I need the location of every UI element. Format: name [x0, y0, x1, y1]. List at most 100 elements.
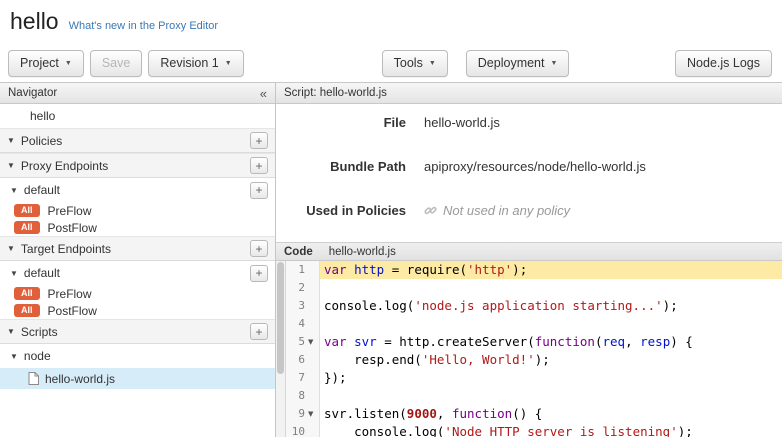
code-line[interactable]: 6 resp.end('Hello, World!');: [286, 351, 782, 369]
not-used-text: Not used in any policy: [443, 203, 570, 218]
code-text: var svr = http.createServer(function(req…: [320, 333, 782, 351]
flow-label: PostFlow: [48, 221, 97, 235]
nav-item-hello[interactable]: hello: [0, 104, 275, 128]
nav-group-target-default[interactable]: ▼ default +: [0, 261, 275, 285]
page-title: hello: [10, 8, 59, 35]
all-badge: All: [14, 287, 40, 301]
nav-item-target-preflow[interactable]: All PreFlow: [0, 285, 275, 302]
used-in-policies-value: Not used in any policy: [424, 203, 570, 218]
script-details: File hello-world.js Bundle Path apiproxy…: [276, 104, 782, 242]
group-label: default: [24, 266, 60, 280]
nav-section-target-endpoints[interactable]: ▼ Target Endpoints +: [0, 236, 275, 261]
code-text: svr.listen(9000, function() {: [320, 405, 782, 423]
script-panel-title: Script: hello-world.js: [284, 87, 387, 99]
code-line[interactable]: 3console.log('node.js application starti…: [286, 297, 782, 315]
page-header: hello What's new in the Proxy Editor: [0, 0, 782, 44]
fold-arrow-icon[interactable]: ▼: [308, 405, 319, 423]
revision-menu-button[interactable]: Revision 1 ▼: [148, 50, 243, 77]
fold-spacer: [308, 387, 319, 405]
navigator-header: Navigator «: [0, 83, 275, 104]
chevron-down-icon: ▼: [7, 161, 15, 170]
deployment-menu-button[interactable]: Deployment ▼: [466, 50, 570, 77]
save-button[interactable]: Save: [90, 50, 143, 77]
file-field-value: hello-world.js: [424, 115, 500, 130]
unlink-icon: [424, 204, 437, 217]
line-number: 9▼: [286, 405, 320, 423]
tools-menu-label: Tools: [394, 56, 423, 70]
line-number: 5▼: [286, 333, 320, 351]
file-label: hello-world.js: [45, 372, 115, 386]
section-label: Target Endpoints: [21, 242, 111, 256]
code-editor[interactable]: 1var http = require('http');23console.lo…: [276, 261, 782, 437]
all-badge: All: [14, 221, 40, 235]
navigator-panel: Navigator « hello ▼ Policies + ▼ Proxy E…: [0, 83, 276, 437]
line-number: 1: [286, 261, 320, 279]
code-line[interactable]: 4: [286, 315, 782, 333]
fold-arrow-icon[interactable]: ▼: [308, 333, 319, 351]
chevron-down-icon: ▼: [10, 269, 18, 278]
caret-down-icon: ▼: [429, 60, 436, 67]
tools-menu-button[interactable]: Tools ▼: [382, 50, 448, 77]
deployment-menu-label: Deployment: [478, 56, 545, 70]
code-line[interactable]: 2: [286, 279, 782, 297]
section-label: Policies: [21, 134, 62, 148]
nav-group-node[interactable]: ▼ node: [0, 344, 275, 368]
chevron-down-icon: ▼: [7, 327, 15, 336]
bundle-path-value: apiproxy/resources/node/hello-world.js: [424, 159, 646, 174]
fold-spacer: [308, 261, 319, 279]
line-number: 6: [286, 351, 320, 369]
caret-down-icon: ▼: [225, 60, 232, 67]
code-line[interactable]: 9▼svr.listen(9000, function() {: [286, 405, 782, 423]
code-line[interactable]: 8: [286, 387, 782, 405]
add-proxy-flow-button[interactable]: +: [250, 182, 268, 199]
fold-spacer: [308, 369, 319, 387]
nodejs-logs-button[interactable]: Node.js Logs: [675, 50, 772, 77]
line-number: 4: [286, 315, 320, 333]
add-proxy-endpoint-button[interactable]: +: [250, 157, 268, 174]
nav-item-hello-world-js[interactable]: hello-world.js: [0, 368, 275, 389]
code-line[interactable]: 1var http = require('http');: [286, 261, 782, 279]
code-text: console.log('Node HTTP server is listeni…: [320, 423, 782, 437]
collapse-navigator-button[interactable]: «: [260, 86, 267, 101]
code-line[interactable]: 5▼var svr = http.createServer(function(r…: [286, 333, 782, 351]
add-target-flow-button[interactable]: +: [250, 265, 268, 282]
fold-spacer: [308, 423, 319, 437]
content-area: Navigator « hello ▼ Policies + ▼ Proxy E…: [0, 82, 782, 437]
fold-spacer: [308, 351, 319, 369]
code-section-header: Code hello-world.js: [276, 242, 782, 261]
code-text: console.log('node.js application startin…: [320, 297, 782, 315]
used-in-policies-row: Used in Policies Not used in any policy: [276, 198, 782, 222]
fold-spacer: [308, 279, 319, 297]
nav-section-scripts[interactable]: ▼ Scripts +: [0, 319, 275, 344]
section-label: Scripts: [21, 325, 58, 339]
script-panel-header: Script: hello-world.js: [276, 83, 782, 104]
script-detail-panel: Script: hello-world.js File hello-world.…: [276, 83, 782, 437]
add-target-endpoint-button[interactable]: +: [250, 240, 268, 257]
scrollbar-thumb[interactable]: [277, 262, 284, 374]
nav-item-proxy-preflow[interactable]: All PreFlow: [0, 202, 275, 219]
project-menu-button[interactable]: Project ▼: [8, 50, 84, 77]
code-lines[interactable]: 1var http = require('http');23console.lo…: [286, 261, 782, 437]
chevron-down-icon: ▼: [7, 244, 15, 253]
code-line[interactable]: 7});: [286, 369, 782, 387]
nav-section-policies[interactable]: ▼ Policies +: [0, 128, 275, 153]
add-script-button[interactable]: +: [250, 323, 268, 340]
file-row: File hello-world.js: [276, 110, 782, 134]
line-number: 10: [286, 423, 320, 437]
section-label: Proxy Endpoints: [21, 159, 108, 173]
caret-down-icon: ▼: [550, 60, 557, 67]
nav-group-proxy-default[interactable]: ▼ default +: [0, 178, 275, 202]
code-scrollbar[interactable]: [276, 261, 286, 437]
chevron-down-icon: ▼: [10, 186, 18, 195]
nav-item-target-postflow[interactable]: All PostFlow: [0, 302, 275, 319]
add-policy-button[interactable]: +: [250, 132, 268, 149]
nav-section-proxy-endpoints[interactable]: ▼ Proxy Endpoints +: [0, 153, 275, 178]
code-text: });: [320, 369, 782, 387]
group-label: node: [24, 349, 51, 363]
revision-menu-label: Revision 1: [160, 56, 218, 70]
code-line[interactable]: 10 console.log('Node HTTP server is list…: [286, 423, 782, 437]
whats-new-link[interactable]: What's new in the Proxy Editor: [69, 20, 218, 32]
nav-item-proxy-postflow[interactable]: All PostFlow: [0, 219, 275, 236]
line-number: 7: [286, 369, 320, 387]
line-number: 3: [286, 297, 320, 315]
